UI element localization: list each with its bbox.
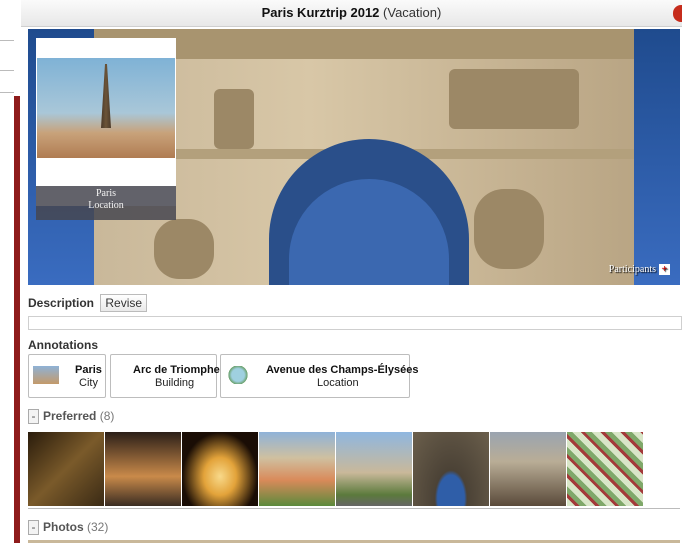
gutter-divider [0,70,14,71]
participants-label: Participants [608,263,656,275]
side-accent-bar [14,96,20,543]
eiffel-tower-shape [101,64,111,128]
arch-relief [214,89,254,149]
arch-relief [154,219,214,279]
location-thumb-card[interactable]: Paris Location [36,38,176,220]
close-icon[interactable] [673,5,682,22]
photos-section-header[interactable]: - Photos (32) [28,520,108,535]
palace-garden-photo[interactable] [259,432,335,506]
arch-closeup-photo[interactable] [413,432,489,506]
hero-image: Paris Location Participants + [28,29,680,285]
photos-label: Photos [43,520,84,534]
revise-button[interactable]: Revise [100,294,148,312]
annotation-type: Building [155,377,195,389]
globe-icon [225,366,251,384]
arc-de-triomphe-photo[interactable] [336,432,412,506]
left-gutter [0,0,14,543]
preferred-label: Preferred [43,409,97,423]
album-type: (Vacation) [383,5,442,20]
paris-thumbnail [37,58,175,158]
annotation-name: Avenue des Champs-Élysées [266,364,419,376]
gutter-divider [0,92,14,93]
add-participant-icon[interactable]: + [659,264,670,275]
louvre-pyramid-photo[interactable] [105,432,181,506]
statue-photo[interactable] [490,432,566,506]
preferred-count: (8) [99,409,115,423]
eiffel-night-photo[interactable] [182,432,258,506]
collapse-toggle[interactable]: - [28,520,39,535]
map-photo[interactable] [567,432,643,506]
annotation-chip[interactable]: Paris City [28,354,106,398]
album-title: Paris Kurztrip 2012 [261,5,380,20]
description-label: Description [28,296,95,310]
description-field[interactable] [28,316,682,330]
annotation-name: Paris [75,364,102,376]
photos-count: (32) [87,520,109,534]
preferred-photo-strip [28,432,680,509]
annotation-type: Location [317,377,359,389]
preferred-section-header[interactable]: - Preferred (8) [28,409,114,424]
arch-relief [474,189,544,269]
thumb-subtitle: Location [88,200,124,211]
annotation-chip[interactable]: Arc de Triomphe Building [110,354,220,398]
participants[interactable]: Participants + [609,264,670,275]
annotations-heading: Annotations [28,338,98,352]
collapse-toggle[interactable]: - [28,409,39,424]
paris-thumb-icon [33,366,59,384]
arch-relief [449,69,579,129]
annotation-type: City [79,377,98,389]
thumb-caption: Paris Location [36,186,176,220]
gutter-divider [0,40,14,41]
annotation-chip[interactable]: Avenue des Champs-Élysées Location [220,354,418,398]
title-bar: Paris Kurztrip 2012 (Vacation) [21,0,682,27]
mona-lisa-photo[interactable] [28,432,104,506]
thumb-title: Paris [96,188,116,199]
description-row: Description Revise [28,294,148,312]
album-panel: Paris Kurztrip 2012 (Vacation) Paris Loc… [21,0,682,543]
annotation-name: Arc de Triomphe [133,364,220,376]
